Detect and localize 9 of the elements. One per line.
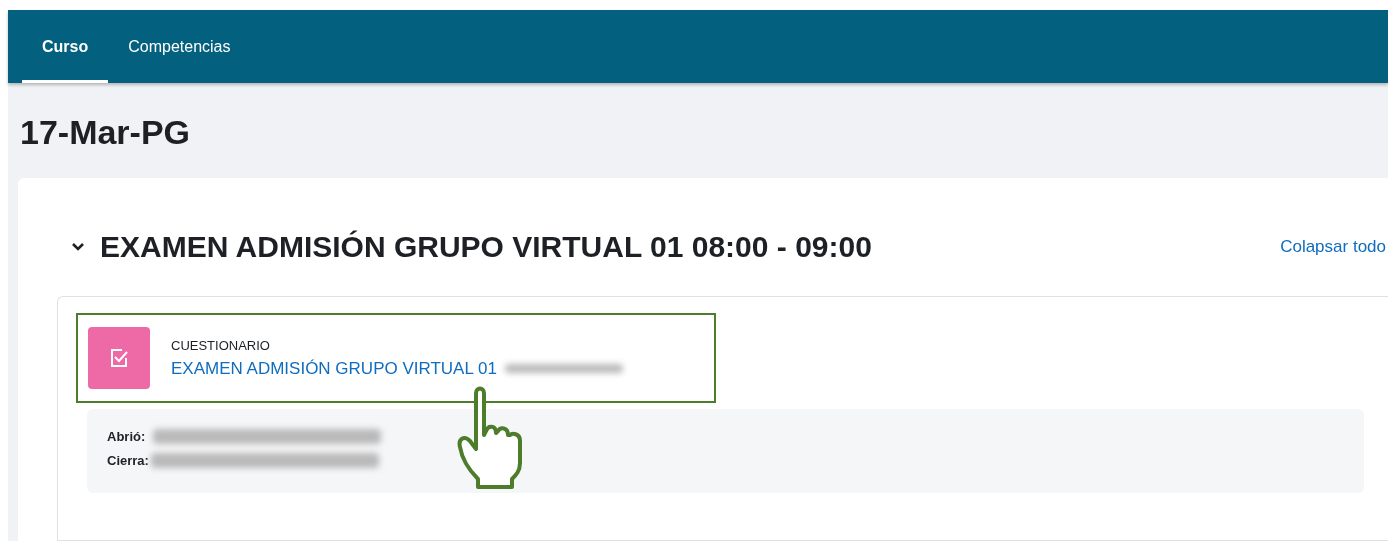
quiz-icon [88, 327, 150, 389]
date-label: Abrió: [107, 428, 146, 444]
date-label: Cierra: [107, 452, 149, 468]
collapse-all-link[interactable]: Colapsar todo [1280, 237, 1386, 257]
section-title: EXAMEN ADMISIÓN GRUPO VIRTUAL 01 08:00 - 09:00 [100, 230, 873, 264]
activity-link[interactable]: EXAMEN ADMISIÓN GRUPO VIRTUAL 01 [171, 358, 497, 379]
activity-type: CUESTIONARIO [171, 337, 271, 353]
nav-tab[interactable]: Competencias [108, 10, 251, 83]
page-title: 17-Mar-PG [20, 113, 192, 152]
